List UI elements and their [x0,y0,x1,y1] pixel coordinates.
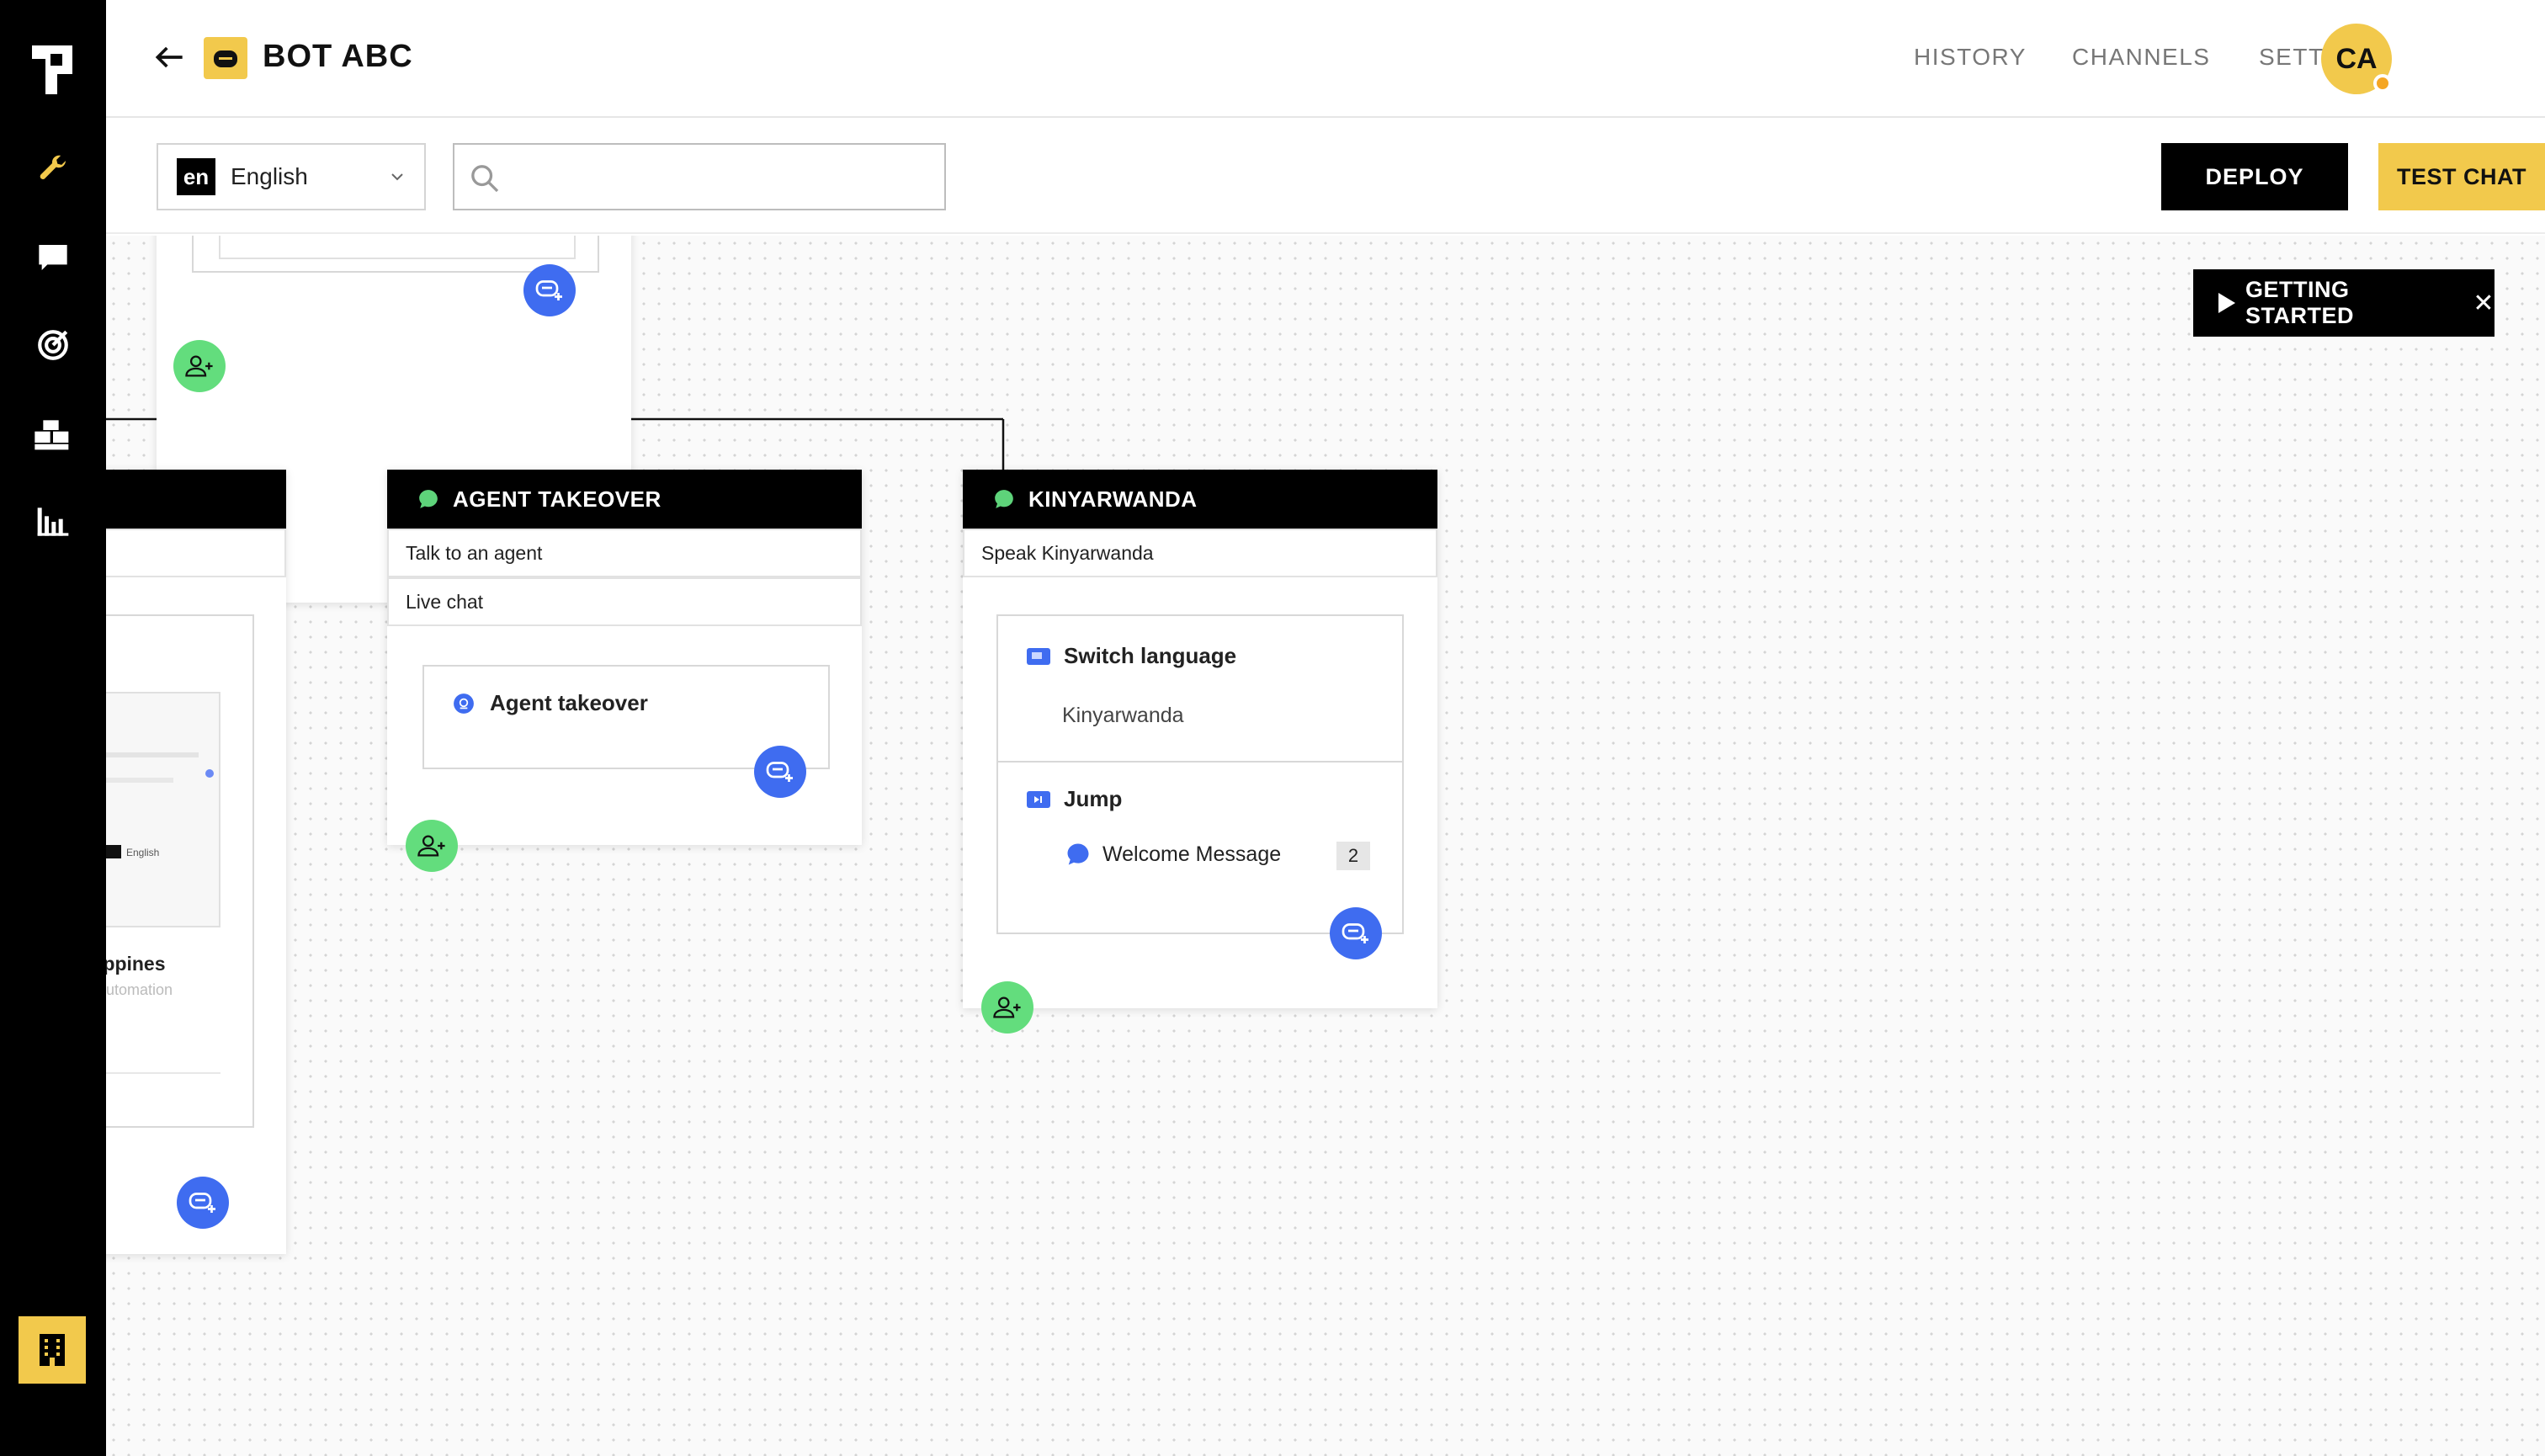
add-step-button[interactable] [523,264,576,316]
step-switch-language[interactable]: Switch language Kinyarwanda [996,614,1404,763]
step-label: Jump [1064,786,1123,811]
add-step-button[interactable] [177,1177,229,1229]
chevron-down-icon [391,173,403,181]
nav-history[interactable]: HISTORY [1914,44,2027,71]
jump-icon [1027,790,1050,808]
card-header: AGENT TAKEOVER [387,470,862,529]
language-label: English [231,163,308,189]
header: BOT ABC HISTORY CHANNELS SETTINGS [106,0,2545,118]
intent-row[interactable] [106,529,286,577]
search-icon [471,165,499,193]
add-user-intent-button[interactable] [173,340,226,392]
bot-icon [204,37,247,79]
flow-canvas[interactable]: English ippines automation AGENT TAKEOVE… [106,236,2545,1456]
back-arrow-icon[interactable] [151,39,189,76]
language-code-badge: en [177,158,215,195]
step-jump[interactable]: Jump Welcome Message 2 [996,761,1404,934]
card-title: KINYARWANDA [1028,486,1198,512]
language-icon [1027,647,1050,665]
intent-row[interactable]: Talk to an agent [387,529,862,577]
nav-channels[interactable]: CHANNELS [2072,44,2210,71]
add-user-intent-button[interactable] [406,820,458,872]
sidebar [0,0,106,1456]
preview-image: English [106,692,220,927]
integrations-icon[interactable] [33,414,73,454]
test-chat-button[interactable]: TEST CHAT [2378,143,2545,210]
close-icon[interactable]: ✕ [2473,289,2495,318]
language-select[interactable]: en English [157,143,426,210]
step-title: Switch language [1027,643,1236,669]
logo-icon[interactable] [32,45,72,94]
chat-bubble-icon [419,490,438,508]
jump-count-badge: 2 [1336,842,1370,870]
step-title: Agent takeover [453,690,648,716]
card-header [106,470,286,529]
deploy-button[interactable]: DEPLOY [2161,143,2348,210]
add-user-intent-button[interactable] [981,981,1033,1034]
step-value: Kinyarwanda [1062,704,1184,727]
preview-lang: English [126,847,160,858]
intent-row[interactable]: Speak Kinyarwanda [963,529,1437,577]
card-header: KINYARWANDA [963,470,1437,529]
chat-bubble-icon [995,490,1013,508]
analytics-icon[interactable] [33,502,73,542]
bot-title: BOT ABC [263,39,413,74]
card-left-partial[interactable]: English ippines automation [106,470,286,1254]
play-icon [2218,293,2235,313]
search-field[interactable] [453,143,946,210]
search-input[interactable] [513,153,934,200]
step-label: Agent takeover [490,690,648,715]
getting-started-button[interactable]: GETTING STARTED ✕ [2193,269,2495,337]
card-title: AGENT TAKEOVER [453,486,661,512]
agent-icon [454,693,474,714]
intent-row[interactable]: Live chat [387,577,862,626]
message-icon [1067,843,1089,865]
building-icon[interactable] [19,1316,86,1384]
getting-started-label: GETTING STARTED [2245,277,2354,328]
jump-target-label: Welcome Message [1102,842,1282,866]
add-step-button[interactable] [1330,907,1382,959]
jump-target[interactable]: Welcome Message [1065,842,1281,867]
toolbar: en English DEPLOY TEST CHAT [106,120,2545,234]
chat-icon[interactable] [33,237,73,278]
wrench-icon[interactable] [33,148,73,189]
preview-subtitle: automation [106,981,173,998]
preview-title: ippines [106,953,166,975]
step-label: Switch language [1064,643,1237,668]
inner-step-box: English ippines automation [106,614,254,1128]
status-dot [2373,74,2392,93]
step-title: Jump [1027,786,1122,812]
target-icon[interactable] [33,325,73,365]
add-step-button[interactable] [754,746,806,798]
